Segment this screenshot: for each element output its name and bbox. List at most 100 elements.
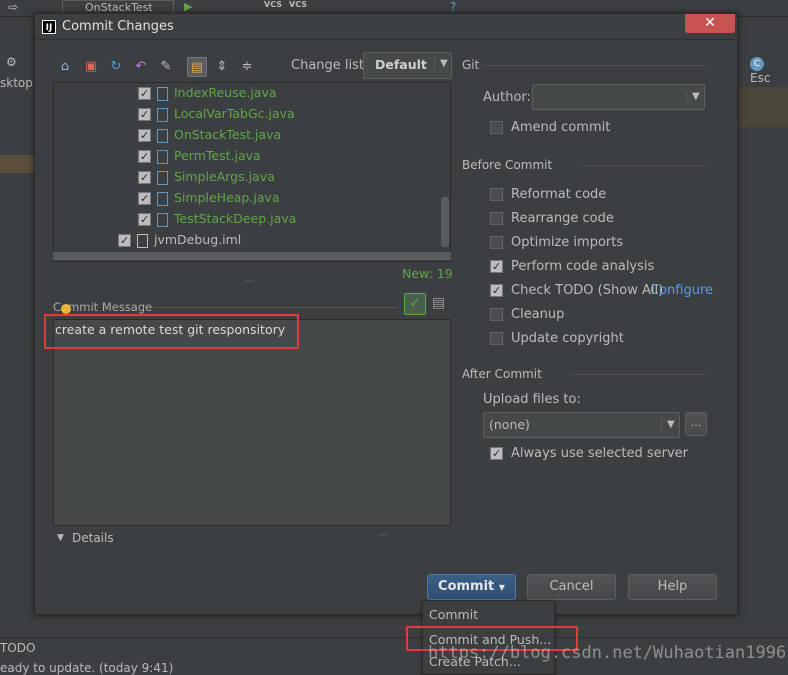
author-select[interactable]: ▼	[532, 84, 705, 110]
file-checkbox[interactable]	[118, 234, 131, 247]
file-row[interactable]: OnStackTest.java	[138, 124, 281, 145]
file-checkbox[interactable]	[138, 108, 151, 121]
expand-all-icon[interactable]: ⇕	[212, 57, 232, 77]
splitter-handle[interactable]: ⋯	[245, 277, 254, 287]
highlight-box-message	[44, 314, 299, 349]
changed-files-tree[interactable]: IndexReuse.java LocalVarTabGc.java OnStack…	[53, 82, 451, 262]
changelist-select[interactable]: Default ▼	[363, 52, 452, 79]
refresh-icon[interactable]: ↻	[106, 57, 126, 77]
file-checkbox[interactable]	[138, 87, 151, 100]
file-checkbox[interactable]	[138, 171, 151, 184]
commit-button-label: Commit	[438, 579, 495, 594]
project-label: sktop	[0, 76, 33, 90]
new-files-count: New: 19	[402, 266, 453, 281]
checkbox-box	[490, 447, 503, 460]
upload-label: Upload files to:	[483, 392, 581, 407]
file-row[interactable]: TestStackDeep.java	[138, 208, 296, 229]
file-name: TestStackDeep.java	[174, 211, 297, 226]
todo-tab[interactable]: TODO	[0, 641, 35, 655]
move-changelist-icon[interactable]: ▣	[81, 57, 101, 77]
amend-commit-checkbox[interactable]: Amend commit	[490, 120, 610, 135]
editor-highlight	[738, 87, 788, 127]
checkbox-box	[490, 332, 503, 345]
checkbox-box	[490, 236, 503, 249]
java-class-icon	[157, 128, 168, 143]
selected-row	[0, 155, 34, 173]
chevron-down-icon: ▼	[434, 58, 448, 69]
file-checkbox[interactable]	[138, 150, 151, 163]
details-handle[interactable]: ⋯	[378, 531, 387, 541]
option-label: Optimize imports	[511, 235, 624, 250]
group-by-directory-icon[interactable]: ▤	[187, 57, 207, 77]
arrow-icon[interactable]: ⇨	[8, 0, 18, 14]
file-row[interactable]: IndexReuse.java	[138, 83, 277, 103]
always-use-server-label: Always use selected server	[511, 446, 689, 461]
file-checkbox[interactable]	[138, 213, 151, 226]
cancel-button[interactable]: Cancel	[527, 574, 616, 600]
changelist-label: Change list:	[291, 58, 369, 73]
intellij-logo: IJ	[42, 20, 56, 34]
before-commit-option[interactable]: Update copyright	[490, 331, 624, 346]
dialog-titlebar: IJ Commit Changes ✕	[35, 14, 737, 40]
file-name: IndexReuse.java	[174, 85, 277, 100]
file-name: PermTest.java	[174, 148, 261, 163]
run-icon[interactable]: ▶	[184, 0, 192, 13]
before-commit-option[interactable]: Perform code analysis	[490, 259, 654, 274]
file-list-hscrollbar[interactable]	[53, 252, 451, 260]
checkbox-box	[490, 188, 503, 201]
file-checkbox[interactable]	[138, 192, 151, 205]
help-button[interactable]: Help	[628, 574, 717, 600]
always-use-server-checkbox[interactable]: Always use selected server	[490, 446, 688, 461]
author-label: Author:	[483, 90, 531, 105]
java-class-icon	[157, 86, 168, 101]
commit-history-icon[interactable]: ▤	[432, 295, 445, 311]
editor-tab-label: Esc	[750, 71, 771, 85]
java-class-icon	[157, 212, 168, 227]
option-label: Cleanup	[511, 307, 565, 322]
option-label: Reformat code	[511, 187, 607, 202]
upload-server-select[interactable]: (none) ▼	[483, 412, 680, 438]
file-row[interactable]: SimpleHeap.java	[138, 187, 280, 208]
commit-message-area[interactable]	[53, 319, 451, 526]
expand-triangle-icon[interactable]: ▼	[57, 533, 64, 543]
class-icon: C	[750, 57, 764, 71]
rollback-icon[interactable]: ↶	[131, 57, 151, 77]
details-toggle[interactable]: Details	[72, 531, 114, 545]
option-label: Rearrange code	[511, 211, 614, 226]
after-commit-separator	[570, 374, 706, 375]
file-row[interactable]: LocalVarTabGc.java	[138, 103, 295, 124]
file-name: jvmDebug.iml	[154, 232, 242, 247]
bulb-icon[interactable]	[61, 304, 71, 314]
help-icon[interactable]: ?	[450, 0, 456, 14]
chevron-down-icon: ▼	[661, 419, 675, 430]
gear-icon[interactable]: ⚙	[6, 55, 17, 69]
file-checkbox[interactable]	[138, 129, 151, 142]
edit-icon[interactable]: ✎	[156, 57, 176, 77]
before-commit-option[interactable]: Cleanup	[490, 307, 564, 322]
before-commit-option[interactable]: Rearrange code	[490, 211, 614, 226]
file-name: OnStackTest.java	[174, 127, 282, 142]
file-row[interactable]: SimpleArgs.java	[138, 166, 275, 187]
close-button[interactable]: ✕	[685, 14, 735, 33]
before-commit-option[interactable]: Optimize imports	[490, 235, 623, 250]
editor-tab[interactable]: C Esc	[750, 55, 788, 85]
java-class-icon	[157, 107, 168, 122]
file-name: SimpleHeap.java	[174, 190, 280, 205]
show-diff-icon[interactable]: ⌂	[55, 57, 75, 77]
file-list-scrollbar[interactable]	[441, 197, 449, 247]
browse-servers-button[interactable]: ...	[685, 412, 707, 436]
collapse-all-icon[interactable]: ≑	[237, 57, 257, 77]
file-row[interactable]: jvmDebug.iml	[118, 229, 241, 250]
spellcheck-icon[interactable]: ✓	[404, 293, 426, 315]
vcs-commit-icon[interactable]: VCS	[289, 0, 307, 9]
menu-item-commit[interactable]: Commit	[429, 607, 478, 622]
commit-button[interactable]: Commit ▼	[427, 574, 516, 600]
before-commit-option[interactable]: Reformat code	[490, 187, 606, 202]
amend-commit-label: Amend commit	[511, 120, 611, 135]
java-class-icon	[157, 170, 168, 185]
dialog-title: Commit Changes	[62, 19, 174, 34]
vcs-update-icon[interactable]: VCS	[264, 0, 282, 9]
file-row[interactable]: PermTest.java	[138, 145, 261, 166]
before-commit-option[interactable]: Check TODO (Show All)	[490, 283, 663, 298]
before-commit-title: Before Commit	[462, 158, 553, 172]
